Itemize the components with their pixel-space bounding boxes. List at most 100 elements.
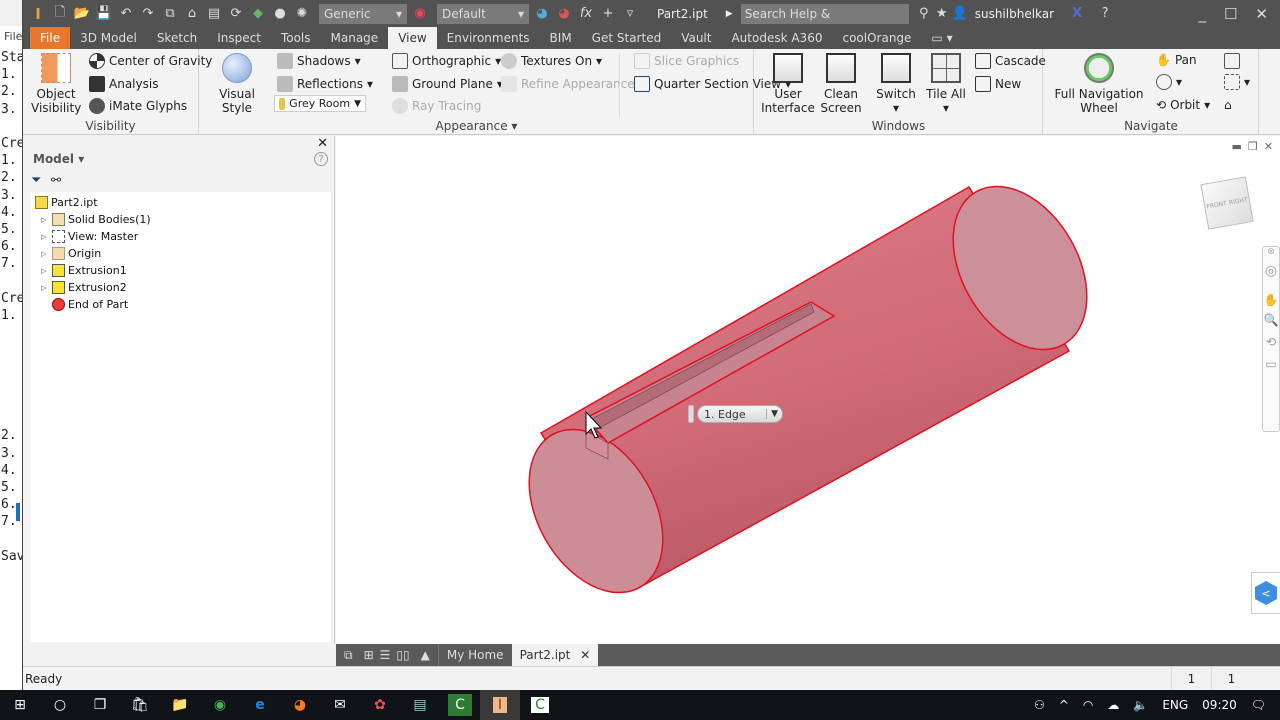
shadows-button[interactable]: Shadows ▾ [277, 53, 361, 69]
expand-arrow-icon[interactable]: ▷ [41, 284, 49, 292]
clock[interactable]: 09:20 [1202, 698, 1237, 712]
language-indicator[interactable]: ENG [1162, 698, 1188, 712]
update-icon[interactable]: ⟳ [227, 5, 245, 23]
home-icon[interactable]: ⌂ [183, 5, 201, 23]
camtasia-icon[interactable]: C [448, 694, 472, 716]
expand-arrow-icon[interactable]: ▷ [41, 233, 49, 241]
new-file-icon[interactable]: 🗋 [51, 5, 69, 23]
redo-icon[interactable]: ↷ [139, 5, 157, 23]
tab-environments[interactable]: Environments [437, 27, 540, 49]
help-icon[interactable]: ? [314, 152, 328, 166]
tile-all-button[interactable]: Tile All ▾ [923, 53, 969, 115]
wifi-icon[interactable]: ◠ [1083, 698, 1093, 712]
steering-wheel-icon[interactable]: ◎ [1263, 263, 1279, 279]
cylinder-part[interactable] [502, 163, 1114, 616]
undo-icon[interactable]: ↶ [117, 5, 135, 23]
camtasia-recorder-icon[interactable]: C [520, 690, 560, 720]
action-center-icon[interactable]: 🗨 [1251, 698, 1266, 712]
close-tab-icon[interactable]: ✕ [580, 648, 590, 662]
close-browser-icon[interactable]: ✕ [317, 136, 328, 151]
user-icon[interactable]: 👤 [951, 5, 969, 23]
tab-vault[interactable]: Vault [671, 27, 721, 49]
inventor-logo-icon[interactable]: I [29, 5, 47, 23]
tree-node[interactable]: ▷ Origin [41, 247, 101, 260]
orbit-button[interactable]: ⟲ Orbit ▾ [1156, 98, 1210, 112]
imate-glyphs-button[interactable]: iMate Glyphs [89, 98, 187, 114]
tab-sketch[interactable]: Sketch [147, 27, 207, 49]
chrome-icon[interactable]: ◉ [200, 690, 240, 720]
exchange-icon[interactable]: X [1068, 5, 1086, 23]
home-view-button[interactable]: ⌂ [1224, 98, 1232, 112]
material-select[interactable]: Generic ▾ [319, 3, 407, 24]
notepad-icon[interactable]: ▤ [400, 690, 440, 720]
browser-title-dropdown[interactable]: Model ▾ [33, 152, 84, 166]
tab-tools[interactable]: Tools [271, 27, 321, 49]
viewcube-front-face[interactable]: FRONT [1206, 200, 1227, 210]
pan-hand-icon[interactable]: ✋ [1263, 293, 1279, 307]
tab-list-arrow-icon[interactable]: ▲ [413, 644, 438, 666]
switch-button[interactable]: Switch ▾ [871, 53, 921, 115]
save-icon[interactable]: 💾 [95, 5, 113, 23]
zoom-icon[interactable]: 🔍 [1263, 313, 1279, 327]
inventor-taskbar-icon[interactable]: I [480, 690, 520, 720]
username[interactable]: sushilbhelkar [975, 7, 1054, 21]
firefox-icon[interactable]: ◕ [280, 690, 320, 720]
textures-on-button[interactable]: Textures On ▾ [501, 53, 602, 69]
help-icon[interactable]: ? [1096, 5, 1114, 23]
object-visibility-button[interactable]: Object Visibility [31, 53, 81, 115]
center-of-gravity-button[interactable]: Center of Gravity [89, 53, 212, 69]
share-view-button[interactable]: < [1251, 572, 1280, 614]
tab-file[interactable]: File [30, 27, 71, 49]
navbar-close-icon[interactable]: ⊗ [1263, 247, 1279, 257]
select-icon[interactable]: ◆ [249, 5, 267, 23]
people-icon[interactable]: ⚇ [1034, 698, 1045, 712]
expand-arrow-icon[interactable]: ▷ [41, 267, 49, 275]
clean-screen-button[interactable]: Clean Screen [817, 53, 865, 115]
return-icon[interactable]: ⧉ [161, 5, 179, 23]
analysis-button[interactable]: Analysis [89, 76, 158, 92]
tab-coolorange[interactable]: coolOrange [832, 27, 921, 49]
iproperties-icon[interactable]: ▤ [205, 5, 223, 23]
tab-get-started[interactable]: Get Started [582, 27, 672, 49]
selection-tooltip[interactable]: 1. Edge ▼ [688, 405, 783, 423]
help-search-input[interactable]: Search Help & Commands... [740, 3, 909, 41]
tab-view[interactable]: View [388, 27, 437, 49]
viewcube-right-face[interactable]: RIGHT [1228, 196, 1248, 206]
expand-arrow-icon[interactable]: ▷ [41, 216, 49, 224]
cascade-button[interactable]: Cascade [975, 53, 1046, 69]
ray-tracing-button[interactable]: Ray Tracing [392, 98, 481, 114]
edge-icon[interactable]: e [240, 690, 280, 720]
maximize-icon[interactable]: ☐ [1224, 5, 1237, 23]
tab-3d-model[interactable]: 3D Model [70, 27, 147, 49]
appearance-icon[interactable]: ◉ [411, 5, 429, 23]
file-explorer-icon[interactable]: 📁 [160, 690, 200, 720]
mail-icon[interactable]: ✉ [320, 690, 360, 720]
chevron-down-icon[interactable]: ▼ [766, 409, 782, 419]
find-binoculars-icon[interactable]: ⚯ [51, 173, 61, 187]
tree-node[interactable]: Part2.ipt [35, 196, 98, 209]
user-interface-button[interactable]: User Interface [759, 53, 817, 115]
start-windows-icon[interactable]: ⊞ [0, 690, 40, 720]
tree-node[interactable]: ▷ Solid Bodies(1) [41, 213, 151, 226]
parameters-icon[interactable]: fx [577, 5, 595, 23]
measure-icon[interactable]: + [599, 5, 617, 23]
adjust-appearance-icon[interactable]: ◕ [533, 5, 551, 23]
tree-node[interactable]: End of Part [41, 298, 128, 311]
tab-autodesk-a360[interactable]: Autodesk A360 [721, 27, 832, 49]
paint-icon[interactable]: ✿ [360, 690, 400, 720]
subscription-icon[interactable]: ⚲ [915, 5, 933, 23]
tab-part2[interactable]: Part2.ipt ✕ [511, 644, 599, 666]
store-icon[interactable]: 🛍 [120, 690, 160, 720]
expand-arrow-icon[interactable]: ▶ [726, 9, 733, 19]
tooltip-grip[interactable] [688, 405, 694, 423]
window-horizontal-icon[interactable]: ☰ [377, 644, 394, 666]
zoom-all-button[interactable]: ▾ [1224, 74, 1250, 90]
minimize-icon[interactable]: _ [1198, 5, 1206, 23]
viewcube[interactable]: FRONT RIGHT [1200, 176, 1254, 230]
look-at-button[interactable] [1224, 53, 1240, 69]
full-navigation-wheel-button[interactable]: Full Navigation Wheel [1052, 53, 1146, 115]
open-icon[interactable]: 📂 [73, 5, 91, 23]
graphics-viewport[interactable]: ▬ ❐ ✕ 1. Edge ▼ FRONT RIGHT ⊗ ◎ ✋ 🔍 ⟲ ▭ … [336, 136, 1280, 644]
pan-button[interactable]: ✋ Pan [1156, 53, 1197, 67]
expand-arrow-icon[interactable]: ▷ [41, 250, 49, 258]
